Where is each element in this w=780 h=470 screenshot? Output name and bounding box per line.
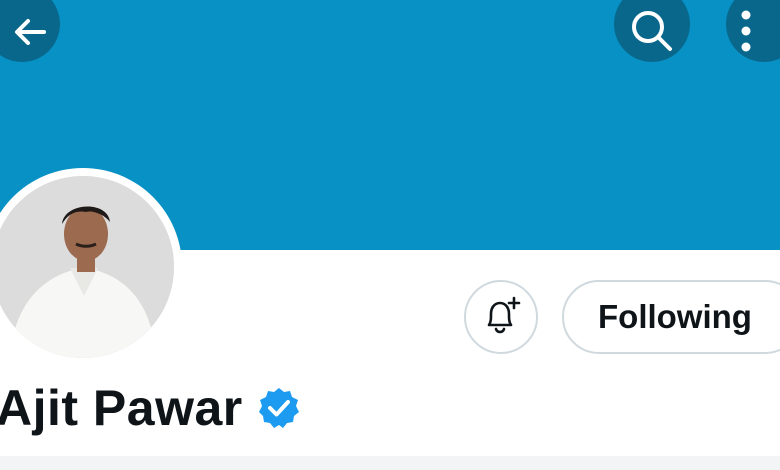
bell-plus-icon: [487, 296, 521, 334]
avatar[interactable]: [0, 176, 174, 358]
more-vertical-icon: [741, 10, 751, 52]
notifications-button[interactable]: [464, 280, 538, 354]
profile-name-row: Ajit Pawar: [0, 378, 301, 438]
bottom-divider: [0, 456, 780, 470]
arrow-left-icon: [15, 19, 46, 45]
search-icon: [632, 11, 672, 51]
following-button[interactable]: Following: [562, 280, 780, 354]
verified-badge-icon: [258, 388, 299, 428]
profile-photo: [0, 176, 174, 358]
profile-name: Ajit Pawar: [0, 380, 243, 436]
